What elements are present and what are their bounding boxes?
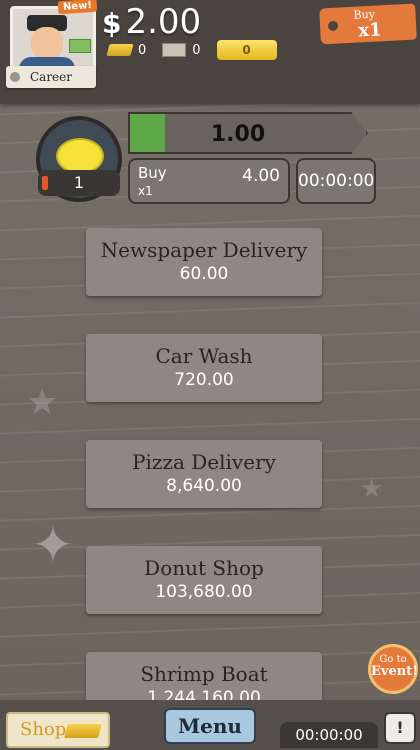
- tag-hole-icon: [327, 20, 339, 32]
- progress-value: 1.00: [210, 122, 266, 147]
- buy-label: Buy: [138, 164, 167, 182]
- buy-cost: 4.00: [242, 166, 280, 186]
- locked-business-card[interactable]: Newspaper Delivery 60.00: [86, 228, 322, 296]
- star-decoration: ★: [26, 382, 59, 423]
- event-line2: Event!: [371, 664, 418, 679]
- business-price: 8,640.00: [166, 476, 242, 496]
- buy-multiplier-label: x1: [138, 184, 153, 198]
- gold-bar-icon: [106, 44, 134, 56]
- megabucks-currency[interactable]: 0: [162, 42, 201, 58]
- business-price: 720.00: [174, 370, 234, 390]
- locked-business-card[interactable]: Pizza Delivery 8,640.00: [86, 440, 322, 508]
- upgrade-pip-icon: [42, 176, 48, 190]
- tv-icon[interactable]: !: [384, 712, 416, 744]
- lemon-icon: [56, 138, 104, 174]
- gold-count: 0: [138, 42, 147, 58]
- business-name: Car Wash: [155, 344, 253, 368]
- career-button[interactable]: Career: [6, 66, 96, 88]
- bottom-timer: 00:00:00: [280, 722, 378, 748]
- face-icon: [31, 27, 63, 61]
- toggle-icon: [10, 72, 20, 82]
- cash-icon: [69, 39, 91, 53]
- buy-business-button[interactable]: Buy x1 4.00: [128, 158, 290, 204]
- shop-button[interactable]: Shop: [6, 712, 110, 748]
- shop-label: Shop: [20, 719, 67, 740]
- currency-row: 0 0 0: [106, 40, 277, 60]
- business-timer: 00:00:00: [296, 158, 376, 204]
- business-owned-count: 1: [38, 170, 120, 196]
- dollar-symbol: $: [102, 7, 122, 40]
- money-display: $2.00: [102, 2, 201, 42]
- business-name: Donut Shop: [144, 556, 264, 580]
- buy-tag-multiplier: x1: [357, 19, 383, 42]
- business-name: Newspaper Delivery: [100, 238, 308, 262]
- buy-multiplier-button[interactable]: Buy x1: [319, 3, 417, 45]
- go-to-event-button[interactable]: Go to Event!: [368, 644, 418, 694]
- angel-investors-button[interactable]: 0: [216, 40, 277, 60]
- star-decoration: ★: [360, 474, 384, 504]
- sparkle-decoration: ✦: [32, 516, 74, 574]
- business-price: 60.00: [179, 264, 229, 284]
- revenue-progress-bar[interactable]: 1.00: [128, 112, 368, 154]
- business-name: Pizza Delivery: [132, 450, 276, 474]
- avatar[interactable]: [10, 6, 96, 72]
- owned-count-value: 1: [73, 173, 85, 192]
- money-amount: 2.00: [125, 2, 202, 42]
- megabucks-icon: [162, 43, 187, 57]
- gold-bars-icon: [64, 724, 102, 738]
- business-name: Shrimp Boat: [140, 662, 268, 686]
- locked-business-card[interactable]: Donut Shop 103,680.00: [86, 546, 322, 614]
- gold-currency[interactable]: 0: [106, 42, 147, 58]
- megabucks-count: 0: [192, 42, 201, 58]
- locked-business-card[interactable]: Car Wash 720.00: [86, 334, 322, 402]
- business-price: 103,680.00: [155, 582, 253, 602]
- menu-button[interactable]: Menu: [164, 708, 256, 744]
- career-label: Career: [29, 70, 72, 84]
